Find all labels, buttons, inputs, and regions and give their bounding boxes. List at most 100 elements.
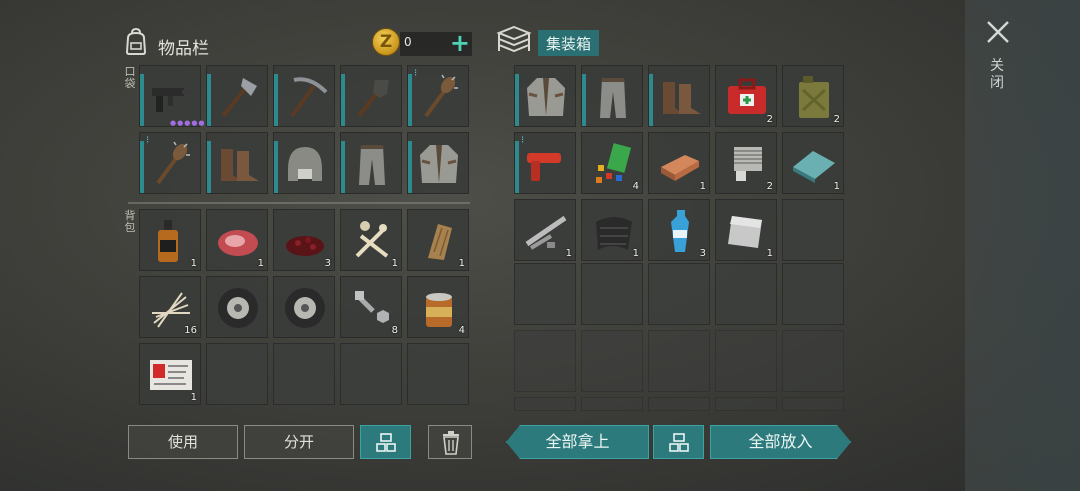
container-empty-slot[interactable] xyxy=(782,263,844,325)
item-count: 2 xyxy=(766,181,773,192)
close-icon[interactable] xyxy=(984,18,1012,46)
backpack-empty-slot[interactable] xyxy=(340,343,402,405)
steel-plate-icon xyxy=(728,216,762,248)
boots-icon xyxy=(221,149,259,181)
pocket-slot[interactable] xyxy=(407,132,469,194)
backpack-slot[interactable]: 1 xyxy=(206,209,268,271)
container-slot[interactable]: 2 xyxy=(715,65,777,127)
container-slot[interactable] xyxy=(648,65,710,127)
container-empty-slot[interactable] xyxy=(715,330,777,392)
pocket-slot[interactable] xyxy=(340,132,402,194)
container-empty-slot[interactable] xyxy=(648,263,710,325)
container-empty-slot[interactable] xyxy=(581,330,643,392)
raw-meat-icon xyxy=(218,230,258,256)
container-empty-slot[interactable] xyxy=(782,330,844,392)
metal-pipe-icon xyxy=(525,215,567,250)
take-all-button[interactable]: 全部拿上 xyxy=(506,425,649,459)
backpack-slot[interactable] xyxy=(206,276,268,338)
close-label[interactable]: 关闭 xyxy=(990,58,1008,92)
pocket-slot[interactable] xyxy=(273,132,335,194)
durability-bar xyxy=(207,141,211,193)
flare-gun-icon xyxy=(527,153,561,181)
container-slot[interactable]: ⁝ xyxy=(514,132,576,194)
backpack-slot[interactable]: 8 xyxy=(340,276,402,338)
backpack-slot[interactable]: 4 xyxy=(407,276,469,338)
backpack-empty-slot[interactable] xyxy=(206,343,268,405)
split-button[interactable]: 分开 xyxy=(244,425,354,459)
copper-ingot-icon xyxy=(661,155,699,181)
discard-button[interactable] xyxy=(428,425,472,459)
container-empty-slot[interactable] xyxy=(782,199,844,261)
pocket-slot[interactable] xyxy=(340,65,402,127)
container-slot[interactable]: 1 xyxy=(782,132,844,194)
durability-bar xyxy=(515,141,519,193)
backpack-slot[interactable]: 3 xyxy=(273,209,335,271)
container-slot[interactable] xyxy=(514,65,576,127)
container-slot[interactable]: 1 xyxy=(715,199,777,261)
jerry-can-icon xyxy=(799,76,829,118)
pocket-slot[interactable] xyxy=(206,132,268,194)
item-count: 1 xyxy=(632,248,639,259)
put-all-button[interactable]: 全部放入 xyxy=(710,425,851,459)
engine-part-icon xyxy=(734,147,762,181)
container-slot[interactable]: 4 xyxy=(581,132,643,194)
container-slot[interactable]: 1 xyxy=(581,199,643,261)
use-button[interactable]: 使用 xyxy=(128,425,238,459)
container-empty-slot[interactable] xyxy=(514,263,576,325)
inventory-title: 物品栏 xyxy=(158,39,209,59)
container-empty-slot[interactable] xyxy=(715,397,777,411)
pocket-slot[interactable]: ●●●●● xyxy=(139,65,205,127)
backpack-slot[interactable]: 1 xyxy=(139,343,201,405)
container-slot[interactable] xyxy=(581,65,643,127)
item-count: 16 xyxy=(184,325,197,336)
berries-icon xyxy=(286,236,324,256)
quality-dots: ●●●●● xyxy=(170,119,206,127)
container-empty-slot[interactable] xyxy=(782,397,844,411)
item-count: 1 xyxy=(257,258,264,269)
container-empty-slot[interactable] xyxy=(648,397,710,411)
container-slot[interactable]: 2 xyxy=(715,132,777,194)
backpack-slot[interactable]: 16 xyxy=(139,276,201,338)
add-coins-button[interactable]: + xyxy=(450,30,470,56)
backpack-label: 背包 xyxy=(124,209,136,234)
backpack-icon xyxy=(125,28,147,55)
container-empty-slot[interactable] xyxy=(581,263,643,325)
durability-bar xyxy=(408,141,412,193)
item-count: 4 xyxy=(632,181,639,192)
jacket-icon xyxy=(420,145,458,183)
durability-bar xyxy=(140,74,144,126)
nuts-bolts-icon xyxy=(355,291,389,323)
backpack-slot[interactable]: 1 xyxy=(340,209,402,271)
backpack-empty-slot[interactable] xyxy=(273,343,335,405)
pocket-slot[interactable] xyxy=(206,65,268,127)
pocket-slot[interactable]: ⁝ xyxy=(407,65,469,127)
backpack-empty-slot[interactable] xyxy=(407,343,469,405)
item-count: 1 xyxy=(458,258,465,269)
sort-inventory-button[interactable] xyxy=(360,425,411,459)
container-empty-slot[interactable] xyxy=(514,330,576,392)
coin-value: 0 xyxy=(404,35,412,49)
backpack-slot[interactable]: 1 xyxy=(139,209,201,271)
pocket-label: 口袋 xyxy=(124,65,136,90)
container-empty-slot[interactable] xyxy=(514,397,576,411)
backpack-slot[interactable]: 1 xyxy=(407,209,469,271)
container-slot[interactable]: 1 xyxy=(648,132,710,194)
container-empty-slot[interactable] xyxy=(715,263,777,325)
item-count: 2 xyxy=(833,114,840,125)
durability-bar xyxy=(341,74,345,126)
container-empty-slot[interactable] xyxy=(581,397,643,411)
container-slot[interactable]: 2 xyxy=(782,65,844,127)
container-slot[interactable]: 3 xyxy=(648,199,710,261)
sort-container-button[interactable] xyxy=(653,425,704,459)
durability-bar xyxy=(207,74,211,126)
boots-icon xyxy=(663,82,701,114)
coin-counter: 0 + xyxy=(400,30,472,56)
whiskey-bottle-icon xyxy=(158,220,178,262)
container-slot[interactable]: 1 xyxy=(514,199,576,261)
item-count: 1 xyxy=(190,392,197,403)
pants-icon xyxy=(600,78,626,118)
container-empty-slot[interactable] xyxy=(648,330,710,392)
pocket-slot[interactable] xyxy=(273,65,335,127)
pocket-slot[interactable]: ⁝ xyxy=(139,132,201,194)
backpack-slot[interactable] xyxy=(273,276,335,338)
